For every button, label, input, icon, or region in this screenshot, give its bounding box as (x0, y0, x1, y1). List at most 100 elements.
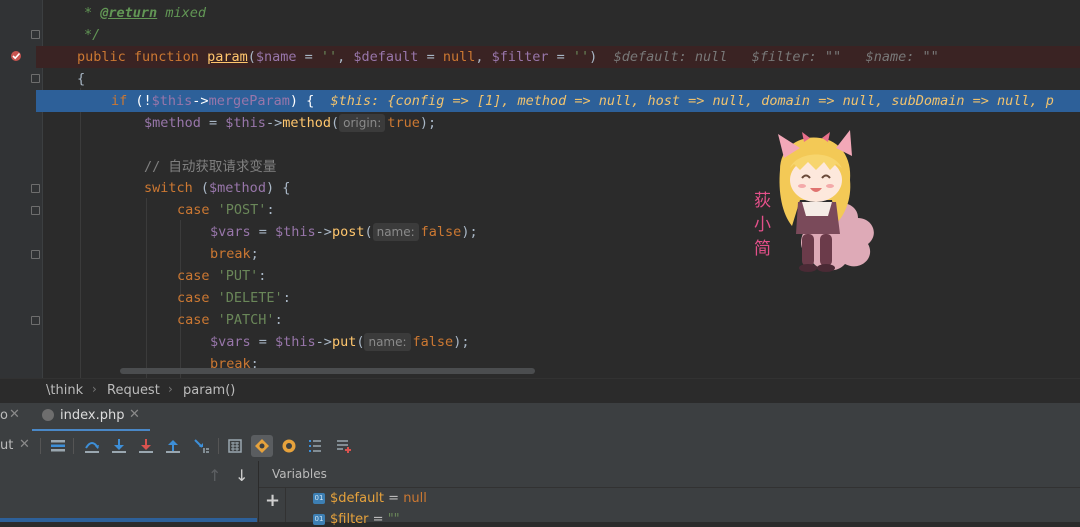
string-delete: 'DELETE' (217, 290, 283, 306)
variables-title: Variables (272, 467, 327, 481)
code-line-6[interactable]: $method = $this->method(origin: true); (0, 112, 1080, 134)
code-line-1[interactable]: * @return mixed (0, 2, 1080, 24)
vars-var: $vars (210, 224, 251, 240)
string-patch: 'PATCH' (217, 312, 275, 328)
code-line-10[interactable]: case 'POST': (0, 199, 1080, 221)
variable-eq: = (384, 491, 404, 506)
horizontal-scrollbar[interactable] (120, 368, 535, 374)
debug-gear-icon (42, 409, 54, 421)
step-out-icon[interactable] (162, 435, 184, 457)
inlay-this-label: $this: (330, 93, 380, 109)
code-line-8[interactable]: // 自动获取请求变量 (0, 156, 1080, 178)
function-name[interactable]: param (207, 49, 248, 65)
this-var: $this (275, 334, 316, 350)
code-line-9[interactable]: switch ($method) { (0, 177, 1080, 199)
code-line-12[interactable]: break; (0, 243, 1080, 265)
inlay-this-value: {config => [1], method => null, host => … (387, 93, 1054, 109)
arrow-op: -> (265, 115, 283, 131)
evaluate-expression-icon[interactable] (224, 435, 246, 457)
keyword-break: break (210, 246, 251, 262)
close-icon[interactable]: ✕ (19, 437, 30, 452)
param-hint-origin: origin: (339, 114, 386, 132)
arrow-up-icon[interactable]: ↑ (208, 466, 221, 485)
open-paren: ( (356, 334, 365, 350)
keyword-public-function: public function (77, 49, 199, 65)
arrow-down-icon[interactable]: ↓ (235, 466, 248, 485)
open-paren: ( (364, 224, 373, 240)
this-var: $this (151, 93, 193, 109)
current-execution-line[interactable]: if (!$this->mergeParam) { $this: {config… (36, 90, 1080, 112)
variable-type-icon: 01 (313, 514, 325, 525)
colon: : (258, 268, 267, 284)
code-line-13[interactable]: case 'PUT': (0, 265, 1080, 287)
breadcrumb-namespace[interactable]: \think (46, 383, 83, 398)
run-to-cursor-icon[interactable] (191, 435, 213, 457)
add-watch-plus-icon[interactable]: + (265, 490, 280, 511)
sticker-watermark-text: 小 (754, 215, 771, 235)
frames-list-icon[interactable] (304, 435, 326, 457)
post-call: post (331, 224, 365, 240)
operator: = (250, 334, 276, 350)
tab-index-php[interactable]: index.php ✕ (32, 403, 150, 432)
toolbar-separator (40, 438, 41, 454)
doc-return-type: mixed (157, 5, 206, 21)
method-call: method (282, 115, 331, 131)
code-line-2[interactable]: */ (0, 24, 1080, 46)
code-line-4[interactable]: { (0, 68, 1080, 90)
open-paren: ( (330, 115, 340, 131)
watches-icon[interactable] (278, 435, 300, 457)
code-editor[interactable]: * @return mixed */ public function param… (0, 0, 1080, 378)
variable-name: $filter (330, 512, 369, 527)
debug-toolbar: ut ✕ (0, 431, 1080, 461)
code-line-11[interactable]: $vars = $this->post(name: false); (0, 221, 1080, 243)
step-into-icon[interactable] (108, 435, 130, 457)
comma: , (337, 49, 354, 65)
string-put: 'PUT' (217, 268, 259, 284)
variable-row[interactable]: 01 $default = null (313, 491, 427, 506)
close-icon[interactable]: ✕ (9, 407, 20, 422)
string-literal: '' (320, 49, 338, 65)
breadcrumb: \think › Request › param() (0, 378, 1080, 404)
force-step-into-icon[interactable] (135, 435, 157, 457)
semicolon: ; (250, 246, 259, 262)
colon: : (282, 290, 291, 306)
code-line-15[interactable]: case 'PATCH': (0, 309, 1080, 331)
breadcrumb-method[interactable]: param() (183, 383, 235, 398)
stream-toggle-icon[interactable] (251, 435, 273, 457)
keyword-case: case (177, 202, 210, 218)
add-watch-icon[interactable] (333, 435, 355, 457)
code-line-16[interactable]: $vars = $this->put(name: false); (0, 331, 1080, 353)
variable-value: null (403, 491, 427, 506)
colon: : (266, 202, 275, 218)
doc-star: * (84, 5, 93, 21)
param-default: $default (353, 49, 419, 65)
debug-tab-bar: o ✕ index.php ✕ (0, 403, 1080, 432)
breakpoint-line[interactable]: public function param($name = '', $defau… (36, 46, 1080, 68)
show-execution-point-icon[interactable] (47, 435, 69, 457)
variable-eq: = (368, 512, 388, 527)
comment: // 自动获取请求变量 (144, 159, 277, 175)
operator: = (296, 49, 321, 65)
operator: = (200, 115, 226, 131)
close-paren: ); (461, 224, 478, 240)
breakpoint-icon[interactable] (10, 50, 22, 62)
param-hint-name: name: (364, 333, 411, 351)
tab-left-fragment[interactable]: o (0, 408, 8, 423)
inlay-default-value: $default: null (613, 49, 728, 65)
step-over-icon[interactable] (81, 435, 103, 457)
arrow-op: -> (315, 334, 332, 350)
output-tab-fragment[interactable]: ut (0, 438, 13, 453)
code-line-14[interactable]: case 'DELETE': (0, 287, 1080, 309)
keyword-case: case (177, 312, 210, 328)
close-paren: ) (589, 49, 598, 65)
merge-param-prop: mergeParam (208, 93, 290, 109)
param-filter: $filter (491, 49, 549, 65)
breadcrumb-class[interactable]: Request (107, 383, 160, 398)
doc-return-tag: @return (100, 5, 158, 21)
selected-frame-row[interactable] (0, 518, 257, 522)
sticker-watermark-text: 简 (754, 239, 771, 259)
variable-row[interactable]: 01 $filter = "" (313, 512, 400, 527)
frames-panel[interactable]: ↑ ↓ (0, 461, 259, 522)
variable-type-icon: 01 (313, 493, 325, 504)
close-icon[interactable]: ✕ (129, 407, 140, 422)
